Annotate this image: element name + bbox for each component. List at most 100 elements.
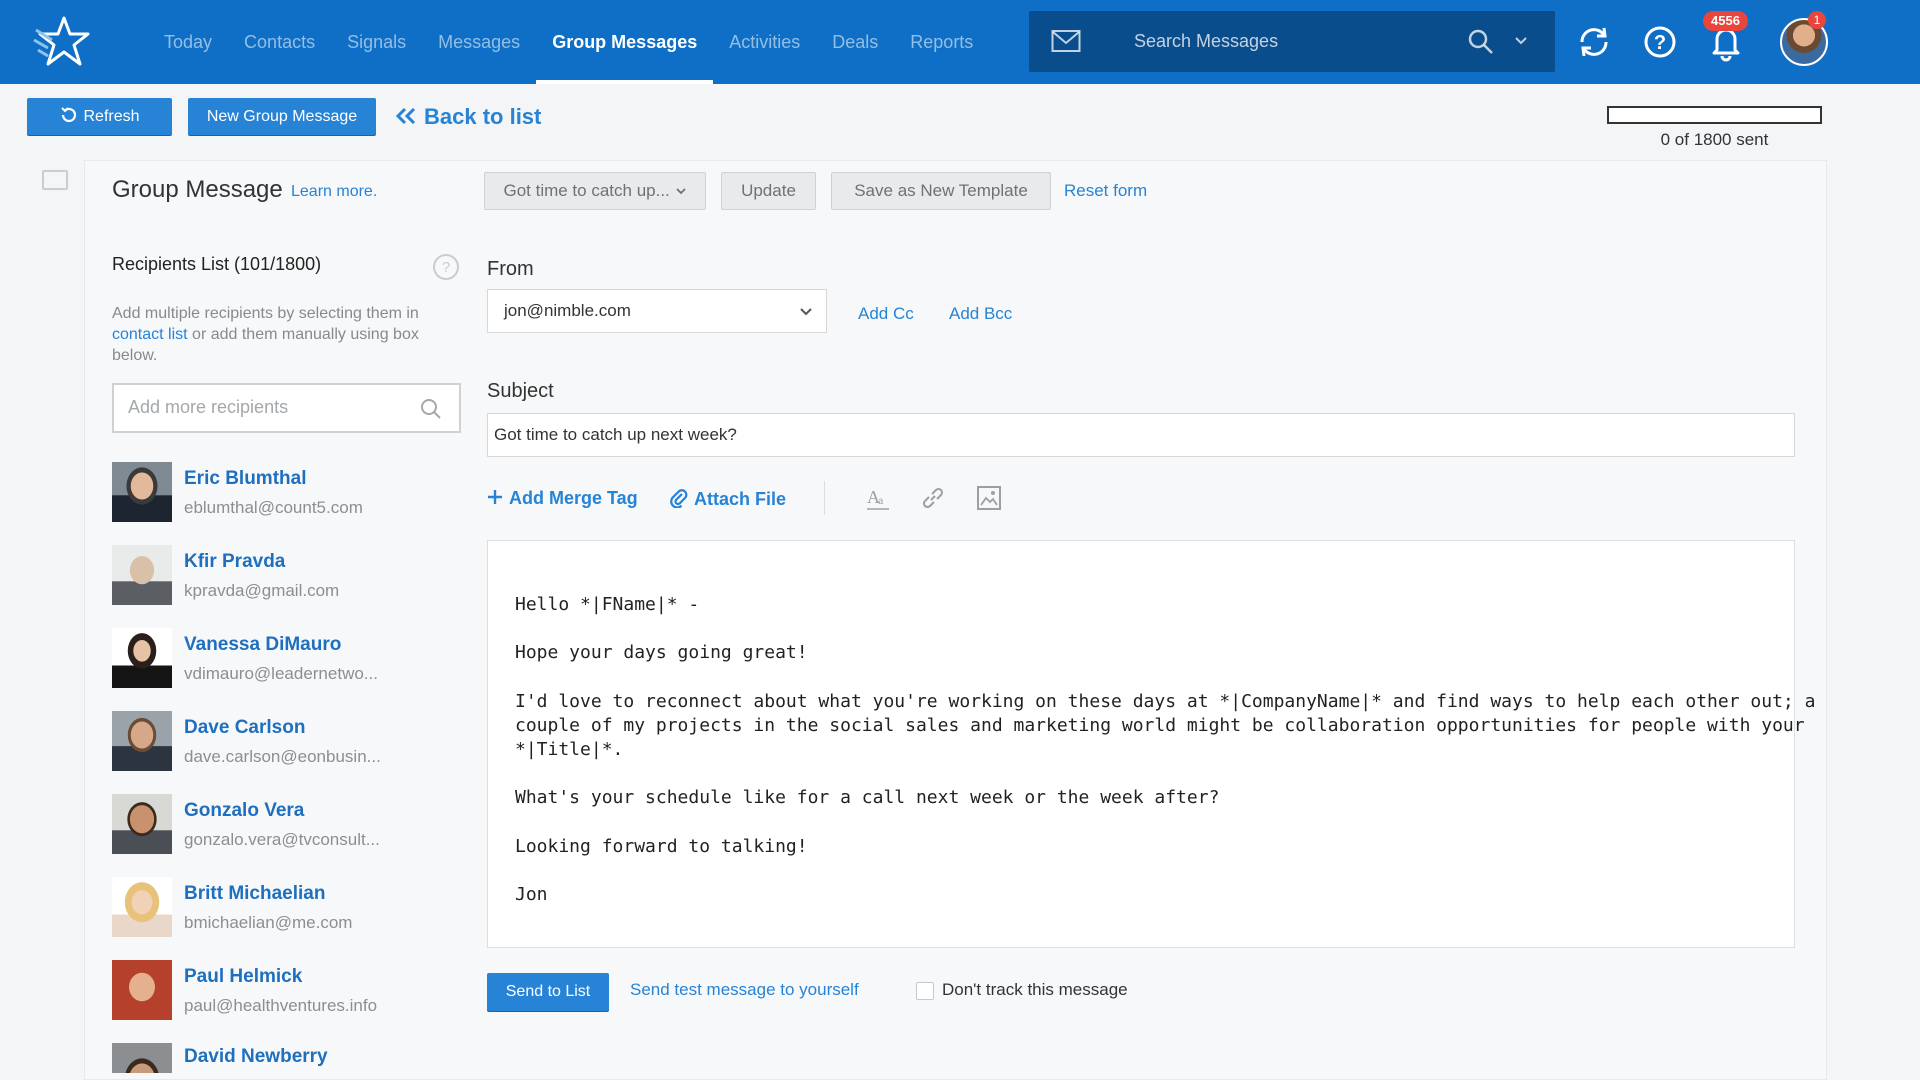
recipients-description: Add multiple recipients by selecting the… — [112, 303, 457, 366]
body-line: I'd love to reconnect about what you're … — [515, 691, 1816, 712]
reset-form-link[interactable]: Reset form — [1064, 181, 1147, 201]
body-line: couple of my projects in the social sale… — [515, 715, 1805, 736]
attach-file-label: Attach File — [694, 489, 787, 509]
svg-text:?: ? — [442, 259, 450, 276]
notification-count-badge: 4556 — [1703, 11, 1748, 31]
contact-name[interactable]: Britt Michaelian — [184, 883, 325, 905]
subject-input[interactable]: Got time to catch up next week? — [487, 413, 1795, 457]
save-as-template-button[interactable]: Save as New Template — [831, 172, 1051, 210]
add-recipients-input[interactable] — [128, 397, 408, 418]
contact-photo — [112, 794, 172, 854]
chevron-down-icon — [675, 188, 686, 195]
contact-email: dave.carlson@eonbusin... — [184, 747, 381, 766]
search-icon — [421, 399, 441, 419]
page-title: Group Message — [112, 176, 283, 203]
contact-name[interactable]: Paul Helmick — [184, 966, 302, 988]
text-format-icon[interactable]: A a — [864, 484, 892, 512]
back-to-list-link[interactable]: Back to list — [394, 104, 541, 130]
recipient-item[interactable]: Gonzalo Vera gonzalo.vera@tvconsult... — [112, 794, 452, 858]
attach-file-button[interactable]: Attach File — [670, 488, 786, 510]
from-label: From — [487, 258, 534, 280]
contact-photo — [112, 1043, 172, 1073]
add-cc-link[interactable]: Add Cc — [858, 304, 914, 324]
send-to-list-button[interactable]: Send to List — [487, 973, 609, 1011]
link-icon[interactable] — [919, 484, 947, 512]
contact-photo — [112, 462, 172, 522]
recipient-item[interactable]: Eric Blumthal eblumthal@count5.com — [112, 462, 452, 526]
recipient-item[interactable]: Kfir Pravda kpravda@gmail.com — [112, 545, 452, 609]
back-to-list-label: Back to list — [424, 104, 542, 129]
body-line: Hello *|FName|* - — [515, 594, 700, 615]
envelope-icon — [1051, 30, 1081, 52]
contact-photo — [112, 711, 172, 771]
image-icon[interactable] — [975, 484, 1003, 512]
refresh-label: Refresh — [83, 108, 140, 125]
new-group-message-button[interactable]: New Group Message — [188, 98, 376, 135]
contact-name[interactable]: Vanessa DiMauro — [184, 634, 341, 656]
recipients-desc-text: Add multiple recipients by selecting the… — [112, 305, 419, 322]
contact-email: bmichaelian@me.com — [184, 913, 353, 932]
paperclip-icon — [670, 489, 688, 509]
template-select-value: Got time to catch up... — [503, 181, 670, 200]
refresh-icon — [61, 107, 77, 123]
search-placeholder[interactable]: Search Messages — [1134, 11, 1278, 72]
dont-track-label: Don't track this message — [942, 980, 1128, 999]
contact-photo — [112, 877, 172, 937]
nimble-logo[interactable] — [30, 14, 98, 70]
body-line: Looking forward to talking! — [515, 836, 808, 857]
help-icon[interactable]: ? — [1640, 22, 1680, 62]
add-merge-tag-label: Add Merge Tag — [509, 488, 638, 508]
recipient-item[interactable]: Britt Michaelian bmichaelian@me.com — [112, 877, 452, 941]
contact-list-link[interactable]: contact list — [112, 326, 188, 343]
contact-email: vdimauro@leadernetwo... — [184, 664, 378, 683]
update-button[interactable]: Update — [721, 172, 816, 210]
top-navigation-bar: Today Contacts Signals Messages Group Me… — [0, 0, 1920, 84]
search-messages-box[interactable]: Search Messages — [1029, 11, 1555, 72]
message-body-editor[interactable]: Hello *|FName|* - Hope your days going g… — [487, 540, 1815, 948]
template-select[interactable]: Got time to catch up... — [484, 172, 706, 210]
send-test-message-link[interactable]: Send test message to yourself — [630, 980, 859, 1000]
contact-photo — [112, 960, 172, 1020]
send-progress-text: 0 of 1800 sent — [1660, 130, 1769, 149]
contact-name[interactable]: Gonzalo Vera — [184, 800, 304, 822]
from-select[interactable]: jon@nimble.com — [487, 289, 827, 333]
contact-name[interactable]: David Newberry — [184, 1046, 328, 1068]
collapse-panel-icon[interactable] — [42, 170, 68, 190]
question-circle-icon[interactable]: ? — [432, 253, 460, 281]
nav-deals[interactable]: Deals — [816, 0, 894, 84]
add-recipients-field[interactable] — [112, 383, 461, 433]
recipient-item[interactable]: Paul Helmick paul@healthventures.info — [112, 960, 452, 1024]
contact-name[interactable]: Kfir Pravda — [184, 551, 285, 573]
toolbar-divider — [824, 481, 825, 515]
body-line: What's your schedule like for a call nex… — [515, 787, 1220, 808]
nav-reports[interactable]: Reports — [894, 0, 989, 84]
dont-track-checkbox[interactable] — [916, 982, 934, 1000]
subject-label: Subject — [487, 380, 554, 402]
nav-today[interactable]: Today — [148, 0, 228, 84]
body-line: Hope your days going great! — [515, 642, 808, 663]
body-line: Jon — [515, 884, 548, 905]
avatar-badge: 1 — [1808, 11, 1826, 29]
chevron-down-icon[interactable] — [1513, 33, 1529, 49]
refresh-button[interactable]: Refresh — [27, 98, 172, 135]
contact-name[interactable]: Eric Blumthal — [184, 468, 306, 490]
recipient-item[interactable]: Dave Carlson dave.carlson@eonbusin... — [112, 711, 452, 775]
nav-activities[interactable]: Activities — [713, 0, 816, 84]
sync-icon[interactable] — [1574, 22, 1614, 62]
plus-icon — [488, 490, 502, 504]
contact-email: eblumthal@count5.com — [184, 498, 363, 517]
add-bcc-link[interactable]: Add Bcc — [949, 304, 1012, 324]
contact-name[interactable]: Dave Carlson — [184, 717, 305, 739]
contact-email: kpravda@gmail.com — [184, 581, 340, 600]
nav-signals[interactable]: Signals — [331, 0, 422, 84]
contact-photo — [112, 628, 172, 688]
chevron-down-icon — [800, 308, 812, 316]
recipient-item[interactable]: David Newberry — [112, 1043, 452, 1073]
nav-contacts[interactable]: Contacts — [228, 0, 331, 84]
search-icon[interactable] — [1467, 28, 1495, 56]
learn-more-link[interactable]: Learn more. — [291, 183, 377, 201]
nav-group-messages[interactable]: Group Messages — [536, 0, 714, 84]
recipient-item[interactable]: Vanessa DiMauro vdimauro@leadernetwo... — [112, 628, 452, 692]
nav-messages[interactable]: Messages — [422, 0, 536, 84]
add-merge-tag-button[interactable]: Add Merge Tag — [487, 488, 638, 509]
